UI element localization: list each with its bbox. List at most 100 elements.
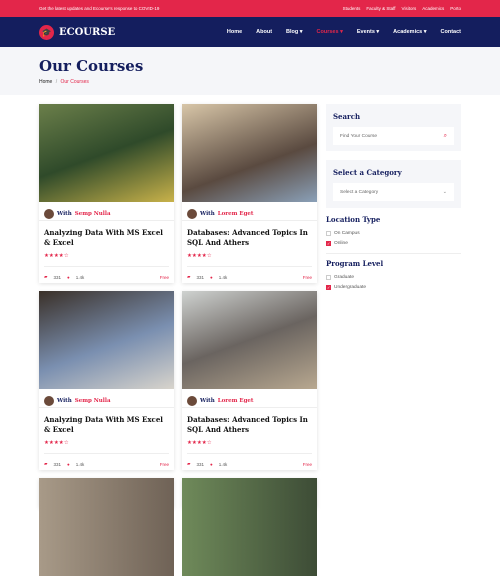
nav-about[interactable]: About <box>256 29 272 35</box>
rating-stars: ★★★★☆ <box>187 253 312 267</box>
price: Free <box>302 461 312 467</box>
course-card[interactable]: With Semp Nulla Analyzing Data With MS Ex… <box>39 291 174 470</box>
location-title: Location Type <box>326 215 381 224</box>
checkbox-graduate[interactable]: Graduate <box>326 272 461 282</box>
rating-stars: ★★★★☆ <box>44 253 169 267</box>
course-card[interactable] <box>182 478 317 576</box>
search-title: Search <box>333 112 361 121</box>
nav-home[interactable]: Home <box>227 29 242 35</box>
students-icon: ▰ <box>44 274 48 279</box>
avatar <box>44 208 54 219</box>
checkbox-label: Undergraduate <box>334 284 367 290</box>
main-nav: 🎓 ECOURSE Home About Blog ▾ Courses ▾ Eve… <box>0 17 500 47</box>
students-count: 331 <box>53 461 61 467</box>
comments-icon: ● <box>209 461 213 467</box>
checkbox-label: On Campus <box>334 230 360 236</box>
logo[interactable]: 🎓 ECOURSE <box>39 24 116 40</box>
breadcrumb-current: Our Courses <box>60 79 89 85</box>
top-link-faculty[interactable]: Faculty & Staff <box>366 6 395 11</box>
course-card[interactable]: With Semp Nulla Analyzing Data With MS Ex… <box>39 104 174 283</box>
category-value: Select a Category <box>340 189 379 195</box>
checkbox-checked[interactable]: ✓ <box>326 240 331 246</box>
with-label: With <box>200 397 215 404</box>
comments-icon: ● <box>209 274 213 280</box>
checkbox-on-campus[interactable]: On Campus <box>326 228 461 238</box>
location-filter: Location Type On Campus ✓ Online <box>326 215 461 248</box>
course-card[interactable] <box>39 478 174 576</box>
divider <box>326 253 461 254</box>
comments-icon: ● <box>66 461 70 467</box>
students-icon: ▰ <box>187 461 191 466</box>
category-widget: Select a Category Select a Category ⌄ <box>326 160 461 208</box>
course-image <box>39 291 174 389</box>
course-card[interactable]: With Lorem Eget Databases: Advanced Topic… <box>182 291 317 470</box>
search-icon[interactable]: ⌕ <box>444 133 447 140</box>
price: Free <box>159 274 169 280</box>
course-title[interactable]: Databases: Advanced Topics In SQL And At… <box>182 221 317 253</box>
category-title: Select a Category <box>333 168 402 177</box>
instructor-name[interactable]: Semp Nulla <box>75 398 111 404</box>
search-input[interactable]: Find Your Course ⌕ <box>333 127 454 145</box>
logo-text: ECOURSE <box>59 26 116 38</box>
category-select[interactable]: Select a Category ⌄ <box>333 183 454 201</box>
checkbox[interactable] <box>326 274 331 280</box>
students-icon: ▰ <box>44 461 48 466</box>
with-label: With <box>57 397 72 404</box>
course-image <box>182 291 317 389</box>
instructor-name[interactable]: Lorem Eget <box>218 211 254 217</box>
breadcrumb: Home / Our Courses <box>39 79 461 85</box>
students-count: 331 <box>53 274 61 280</box>
program-level-filter: Program Level Graduate ✓ Undergraduate <box>326 259 461 292</box>
comments-count: 1.4k <box>218 274 228 280</box>
course-card[interactable]: With Lorem Eget Databases: Advanced Topic… <box>182 104 317 283</box>
search-widget: Search Find Your Course ⌕ <box>326 104 461 151</box>
checkbox-undergraduate[interactable]: ✓ Undergraduate <box>326 282 461 292</box>
top-link-porto[interactable]: Porto <box>450 6 461 11</box>
covid-notice[interactable]: Get the latest updates and Ecourse's res… <box>39 6 159 11</box>
checkbox[interactable] <box>326 230 331 236</box>
course-image <box>182 478 317 576</box>
nav-blog[interactable]: Blog ▾ <box>286 29 303 35</box>
nav-courses[interactable]: Courses ▾ <box>317 29 343 35</box>
course-title[interactable]: Analyzing Data With MS Excel & Excel <box>39 221 174 253</box>
course-image <box>39 478 174 576</box>
with-label: With <box>200 210 215 217</box>
nav-academics[interactable]: Academics ▾ <box>393 29 426 35</box>
breadcrumb-separator: / <box>55 79 58 85</box>
top-link-academics[interactable]: Academics <box>422 6 444 11</box>
avatar <box>187 208 197 219</box>
page-title: Our Courses <box>39 57 144 75</box>
comments-count: 1.4k <box>75 461 85 467</box>
nav-events[interactable]: Events ▾ <box>357 29 379 35</box>
course-title[interactable]: Databases: Advanced Topics In SQL And At… <box>182 408 317 440</box>
with-label: With <box>57 210 72 217</box>
nav-contact[interactable]: Contact <box>441 29 461 35</box>
avatar <box>187 395 197 406</box>
comments-count: 1.4k <box>75 274 85 280</box>
course-image <box>182 104 317 202</box>
chevron-down-icon: ⌄ <box>442 189 447 195</box>
course-title[interactable]: Analyzing Data With MS Excel & Excel <box>39 408 174 440</box>
course-image <box>39 104 174 202</box>
level-title: Program Level <box>326 259 384 268</box>
comments-count: 1.4k <box>218 461 228 467</box>
top-link-visitors[interactable]: Visitors <box>402 6 417 11</box>
top-bar: Get the latest updates and Ecourse's res… <box>0 0 500 17</box>
rating-stars: ★★★★☆ <box>44 440 169 454</box>
top-link-students[interactable]: Students <box>343 6 361 11</box>
checkbox-label: Graduate <box>334 274 355 280</box>
checkbox-checked[interactable]: ✓ <box>326 284 331 290</box>
students-count: 331 <box>196 461 204 467</box>
price: Free <box>159 461 169 467</box>
checkbox-online[interactable]: ✓ Online <box>326 238 461 248</box>
comments-icon: ● <box>66 274 70 280</box>
instructor-name[interactable]: Lorem Eget <box>218 398 254 404</box>
price: Free <box>302 274 312 280</box>
rating-stars: ★★★★☆ <box>187 440 312 454</box>
instructor-name[interactable]: Semp Nulla <box>75 211 111 217</box>
graduation-cap-icon: 🎓 <box>39 24 54 40</box>
checkbox-label: Online <box>334 240 348 246</box>
breadcrumb-home[interactable]: Home <box>39 79 52 85</box>
search-placeholder: Find Your Course <box>340 133 378 139</box>
students-count: 331 <box>196 274 204 280</box>
